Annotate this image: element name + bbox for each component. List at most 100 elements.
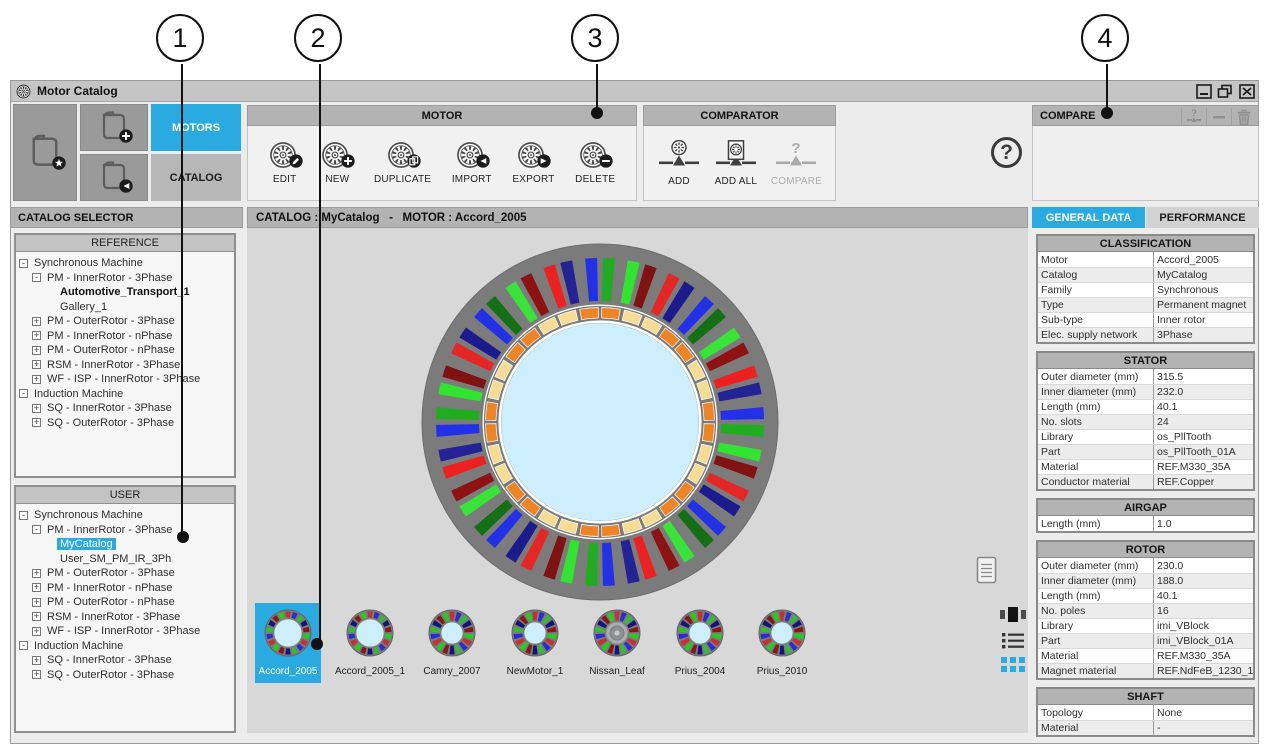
compare-remove-button[interactable] [1206,108,1231,125]
tree-expander-icon[interactable]: - [19,389,28,398]
tree-item-sq-innerrotor-3phase[interactable]: +SQ - InnerRotor - 3Phase [16,653,234,668]
tree-item-sq-innerrotor-3phase[interactable]: +SQ - InnerRotor - 3Phase [16,401,234,416]
import-catalog-button[interactable] [80,154,148,201]
tree-item-synchronous-machine[interactable]: -Synchronous Machine [16,508,234,523]
compare-clear-button[interactable] [1231,108,1256,125]
tree-expander-icon[interactable]: + [32,331,41,340]
tree-item-pm-innerrotor-nphase[interactable]: +PM - InnerRotor - nPhase [16,329,234,344]
svg-text:?: ? [1191,109,1197,118]
tree-expander-icon[interactable]: + [32,375,41,384]
tree-expander-icon[interactable]: + [32,583,41,592]
tree-item-pm-innerrotor-nphase[interactable]: +PM - InnerRotor - nPhase [16,581,234,596]
tree-item-rsm-innerrotor-3phase[interactable]: +RSM - InnerRotor - 3Phase [16,610,234,625]
list-view-icon[interactable] [1002,632,1025,649]
tree-expander-icon[interactable]: + [32,569,41,578]
tree-item-user-sm-pm-ir-3ph[interactable]: User_SM_PM_IR_3Ph [16,552,234,567]
callout-4-dot [1101,107,1113,119]
tree-item-rsm-innerrotor-3phase[interactable]: +RSM - InnerRotor - 3Phase [16,358,234,373]
motor-thumbnail-prius-2010[interactable]: Prius_2010 [749,603,815,683]
motor-thumbnail-newmotor-1[interactable]: NewMotor_1 [502,603,568,683]
row-value: Synchronous [1154,284,1253,296]
tree-item-pm-outerrotor-nphase[interactable]: +PM - OuterRotor - nPhase [16,343,234,358]
row-label: Inner diameter (mm) [1038,574,1154,588]
tree-expander-icon[interactable]: + [32,670,41,679]
tab-general-data[interactable]: GENERAL DATA [1032,207,1145,228]
tree-expander-icon[interactable]: - [19,511,28,520]
tree-item-wf-isp-innerrotor-3phase[interactable]: +WF - ISP - InnerRotor - 3Phase [16,624,234,639]
tree-expander-icon[interactable]: + [32,346,41,355]
new-motor-button[interactable]: NEW [321,141,353,185]
data-section-classification: CLASSIFICATIONMotorAccord_2005CatalogMyC… [1036,234,1255,344]
row-label: Length (mm) [1038,589,1154,603]
motor-thumbnail-nissan-leaf[interactable]: Nissan_Leaf [584,603,650,683]
tree-expander-icon[interactable]: + [32,656,41,665]
tree-item-synchronous-machine[interactable]: -Synchronous Machine [16,256,234,271]
duplicate-motor-button[interactable]: DUPLICATE [374,141,431,185]
row-label: Library [1038,430,1154,444]
compare-pair-button[interactable]: ? [1181,108,1206,125]
motor-thumbnail-camry-2007[interactable]: Camry_2007 [419,603,485,683]
tree-item-sq-outerrotor-3phase[interactable]: +SQ - OuterRotor - 3Phase [16,668,234,683]
tree-item-pm-innerrotor-3phase[interactable]: -PM - InnerRotor - 3Phase [16,523,234,538]
compare-comparator-button[interactable]: ?COMPARE [771,140,822,187]
report-document-icon[interactable] [976,556,997,589]
tree-item-gallery-1[interactable]: Gallery_1 [16,300,234,315]
tree-expander-icon[interactable]: - [32,525,41,534]
import-motor-button[interactable]: IMPORT [452,141,492,185]
close-button[interactable] [1239,84,1255,99]
tab-motors[interactable]: MOTORS [151,104,241,151]
tree-item-pm-innerrotor-3phase[interactable]: -PM - InnerRotor - 3Phase [16,271,234,286]
tree-item-pm-outerrotor-nphase[interactable]: +PM - OuterRotor - nPhase [16,595,234,610]
user-catalog-box: USER -Synchronous Machine-PM - InnerRoto… [14,485,236,733]
tree-expander-icon[interactable]: + [32,404,41,413]
tree-expander-icon[interactable]: + [32,360,41,369]
table-row-library: Libraryimi_VBlock [1038,618,1253,633]
tree-item-induction-machine[interactable]: -Induction Machine [16,639,234,654]
tree-item-automotive-transport-1[interactable]: Automotive_Transport_1 [16,285,234,300]
carousel-view-icon[interactable] [1000,606,1026,623]
data-section-shaft: SHAFTTopologyNoneMaterial- [1036,687,1255,737]
tab-performance[interactable]: PERFORMANCE [1146,207,1259,228]
table-row-elec-supply-network: Elec. supply network3Phase [1038,327,1253,342]
row-label: Type [1038,298,1154,312]
row-label: Part [1038,445,1154,459]
tree-item-pm-outerrotor-3phase[interactable]: +PM - OuterRotor - 3Phase [16,314,234,329]
section-title: ROTOR [1038,542,1253,558]
tree-expander-icon[interactable]: + [32,612,41,621]
tree-item-mycatalog[interactable]: MyCatalog [16,537,234,552]
button-label: DELETE [575,174,615,185]
add-all-comparator-button[interactable]: ADD ALL [714,140,758,187]
restore-button[interactable] [1217,84,1233,99]
tree-expander-icon[interactable]: - [19,259,28,268]
export-motor-button[interactable]: EXPORT [512,141,554,185]
open-catalog-button[interactable] [13,104,77,201]
tree-item-induction-machine[interactable]: -Induction Machine [16,387,234,402]
motor-thumbnail-accord-2005-1[interactable]: Accord_2005_1 [337,603,403,683]
delete-motor-button[interactable]: DELETE [575,141,615,185]
callout-1-line [181,64,183,538]
table-row-topology: TopologyNone [1038,705,1253,720]
row-label: Topology [1038,705,1154,720]
add-comparator-button[interactable]: ADD [657,140,701,187]
edit-motor-button[interactable]: EDIT [269,141,301,185]
tree-expander-icon[interactable]: + [32,598,41,607]
help-icon[interactable]: ? [991,137,1022,168]
new-catalog-button[interactable] [80,104,148,151]
tree-expander-icon[interactable]: + [32,627,41,636]
tree-expander-icon[interactable]: - [32,273,41,282]
table-row-conductor-material: Conductor materialREF.Copper [1038,474,1253,489]
table-row-length-mm: Length (mm)40.1 [1038,588,1253,603]
tree-item-sq-outerrotor-3phase[interactable]: +SQ - OuterRotor - 3Phase [16,416,234,431]
tree-item-pm-outerrotor-3phase[interactable]: +PM - OuterRotor - 3Phase [16,566,234,581]
tree-expander-icon[interactable]: + [32,317,41,326]
table-row-outer-diameter-mm: Outer diameter (mm)315.5 [1038,369,1253,384]
tab-catalog[interactable]: CATALOG [151,154,241,201]
minimize-button[interactable] [1196,84,1212,99]
tree-expander-icon[interactable]: + [32,418,41,427]
tree-item-wf-isp-innerrotor-3phase[interactable]: +WF - ISP - InnerRotor - 3Phase [16,372,234,387]
grid-view-icon[interactable] [1001,657,1026,673]
title-bar[interactable]: Motor Catalog [11,81,1258,102]
tree-expander-icon[interactable]: - [19,641,28,650]
comparator-group-header: COMPARATOR [643,105,836,126]
motor-thumbnail-prius-2004[interactable]: Prius_2004 [667,603,733,683]
